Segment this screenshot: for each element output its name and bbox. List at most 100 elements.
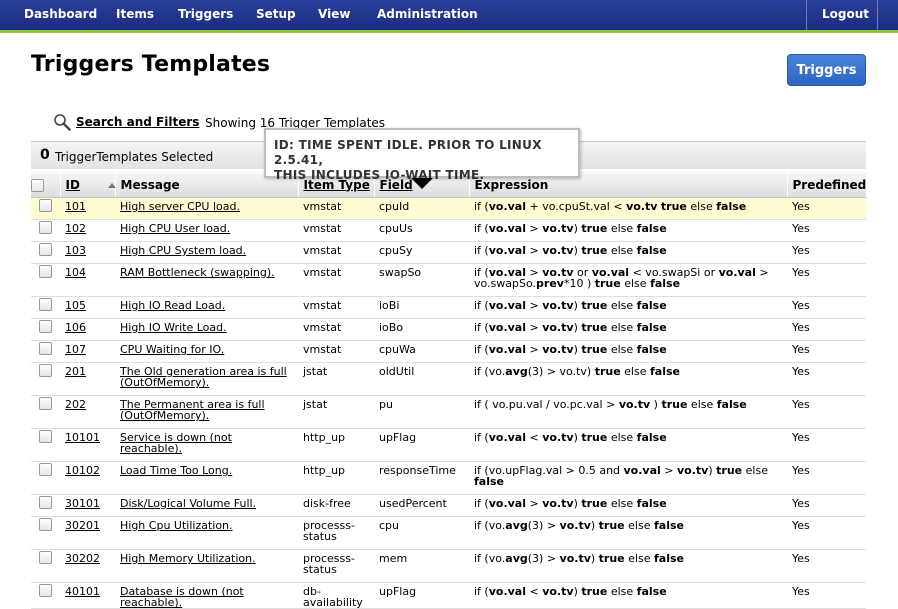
nav-dashboard[interactable]: Dashboard [24,7,97,21]
expression-part: true [598,519,625,532]
expression-part: else [624,519,654,532]
trigger-message-link[interactable]: CPU Waiting for IO. [120,343,224,356]
trigger-message-link[interactable]: Load Time Too Long. [120,464,232,477]
row-checkbox[interactable] [39,221,52,234]
message-cell: Service is down (not reachable). [115,428,298,462]
expression-part: > [526,222,543,235]
expression-part: vo.tv [542,497,574,510]
trigger-message-link[interactable]: High IO Write Load. [120,321,227,334]
trigger-id-link[interactable]: 10101 [65,431,100,444]
trigger-message-link[interactable]: The Old generation area is full (OutOfMe… [120,365,287,389]
table-row[interactable]: 106 High IO Write Load. vmstat ioBo if (vo.v… [31,318,866,341]
trigger-id-link[interactable]: 101 [65,200,86,213]
trigger-id-link[interactable]: 102 [65,222,86,235]
trigger-id-link[interactable]: 104 [65,266,86,279]
tooltip-pointer [411,178,433,189]
trigger-message-link[interactable]: Service is down (not reachable). [120,431,232,455]
search-and-filters-link[interactable]: Search and Filters [76,115,199,129]
table-row[interactable]: 101 High server CPU load. vmstat cpuId if (v… [31,197,866,220]
expression-part: true [581,244,608,257]
field-cell: mem [374,549,469,583]
table-row[interactable]: 105 High IO Read Load. vmstat ioBi if (vo.va… [31,296,866,319]
nav-triggers[interactable]: Triggers [178,7,233,21]
column-header-id[interactable]: ID [60,172,116,198]
table-row[interactable]: 10102 Load Time Too Long. http_up responseT… [31,461,866,495]
logout-link[interactable]: Logout [822,7,869,21]
row-checkbox[interactable] [39,364,52,377]
nav-administration[interactable]: Administration [377,7,478,21]
row-checkbox[interactable] [39,463,52,476]
expression-part: vo.val [488,222,526,235]
table-row[interactable]: 102 High CPU User load. vmstat cpuUs if (vo.… [31,219,866,242]
sort-ascending-icon [107,182,116,188]
row-checkbox[interactable] [39,342,52,355]
trigger-id-link[interactable]: 201 [65,365,86,378]
expression-part: false [650,365,680,378]
trigger-id-link[interactable]: 30101 [65,497,100,510]
nav-view[interactable]: View [318,7,350,21]
trigger-message-link[interactable]: High IO Read Load. [120,299,225,312]
trigger-id-link[interactable]: 106 [65,321,86,334]
trigger-id-link[interactable]: 103 [65,244,86,257]
trigger-message-link[interactable]: High Memory Utilization. [120,552,256,565]
table-row[interactable]: 40101 Database is down (not reachable). db… [31,582,866,609]
table-row[interactable]: 201 The Old generation area is full (OutO… [31,362,866,396]
trigger-message-link[interactable]: The Permanent area is full (OutOfMemory)… [120,398,265,422]
expression-part: vo.val [488,497,526,510]
trigger-id-link[interactable]: 105 [65,299,86,312]
row-checkbox[interactable] [39,199,52,212]
row-checkbox[interactable] [39,243,52,256]
expression-part: vo.tv [542,343,574,356]
select-all-checkbox[interactable] [31,178,44,192]
row-checkbox[interactable] [39,430,52,443]
column-label-id[interactable]: ID [66,178,80,192]
trigger-message-link[interactable]: Database is down (not reachable). [120,585,244,608]
row-checkbox[interactable] [39,584,52,597]
trigger-message-link[interactable]: High CPU System load. [120,244,246,257]
predefined-cell: Yes [787,516,866,550]
row-checkbox[interactable] [39,518,52,531]
table-row[interactable]: 30202 High Memory Utilization. processs-st… [31,549,866,583]
expression-part: vo.val [488,585,526,598]
item-type-cell: vmstat [298,219,374,242]
search-icon[interactable] [53,113,71,131]
expression-part: > [526,497,543,510]
item-type-cell: db-availability [298,582,374,609]
row-checkbox[interactable] [39,551,52,564]
expression-part: true [581,343,608,356]
trigger-id-link[interactable]: 107 [65,343,86,356]
table-row[interactable]: 202 The Permanent area is full (OutOfMemo… [31,395,866,429]
table-row[interactable]: 30101 Disk/Logical Volume Full. disk-free u… [31,494,866,517]
row-checkbox[interactable] [39,496,52,509]
item-type-cell: vmstat [298,197,374,220]
triggers-button[interactable]: Triggers [787,54,866,86]
nav-setup[interactable]: Setup [256,7,296,21]
expression-part: false [716,398,747,411]
expression-part: avg [505,519,528,532]
trigger-id-link[interactable]: 30202 [65,552,100,565]
field-cell: ioBi [374,296,469,319]
table-row[interactable]: 103 High CPU System load. vmstat cpuSy if (v… [31,241,866,264]
trigger-message-link[interactable]: RAM Bottleneck (swapping). [120,266,275,279]
trigger-message-link[interactable]: High Cpu Utilization. [120,519,233,532]
table-row[interactable]: 107 CPU Waiting for IO. vmstat cpuWa if (vo.… [31,340,866,363]
trigger-message-link[interactable]: High server CPU load. [120,200,240,213]
item-type-cell: disk-free [298,494,374,517]
row-checkbox[interactable] [39,265,52,278]
table-row[interactable]: 10101 Service is down (not reachable). htt… [31,428,866,462]
table-row[interactable]: 104 RAM Bottleneck (swapping). vmstat swapS… [31,263,866,297]
trigger-message-link[interactable]: Disk/Logical Volume Full. [120,497,256,510]
nav-items[interactable]: Items [116,7,154,21]
trigger-id-link[interactable]: 202 [65,398,86,411]
row-checkbox[interactable] [39,298,52,311]
trigger-id-link[interactable]: 10102 [65,464,100,477]
message-cell: CPU Waiting for IO. [115,340,298,363]
expression-part: < [526,585,543,598]
table-row[interactable]: 30201 High Cpu Utilization. processs-statu… [31,516,866,550]
row-checkbox[interactable] [39,397,52,410]
row-checkbox[interactable] [39,320,52,333]
trigger-id-link[interactable]: 40101 [65,585,100,598]
trigger-message-link[interactable]: High CPU User load. [120,222,230,235]
trigger-id-link[interactable]: 30201 [65,519,100,532]
expression-part: else [620,277,651,290]
